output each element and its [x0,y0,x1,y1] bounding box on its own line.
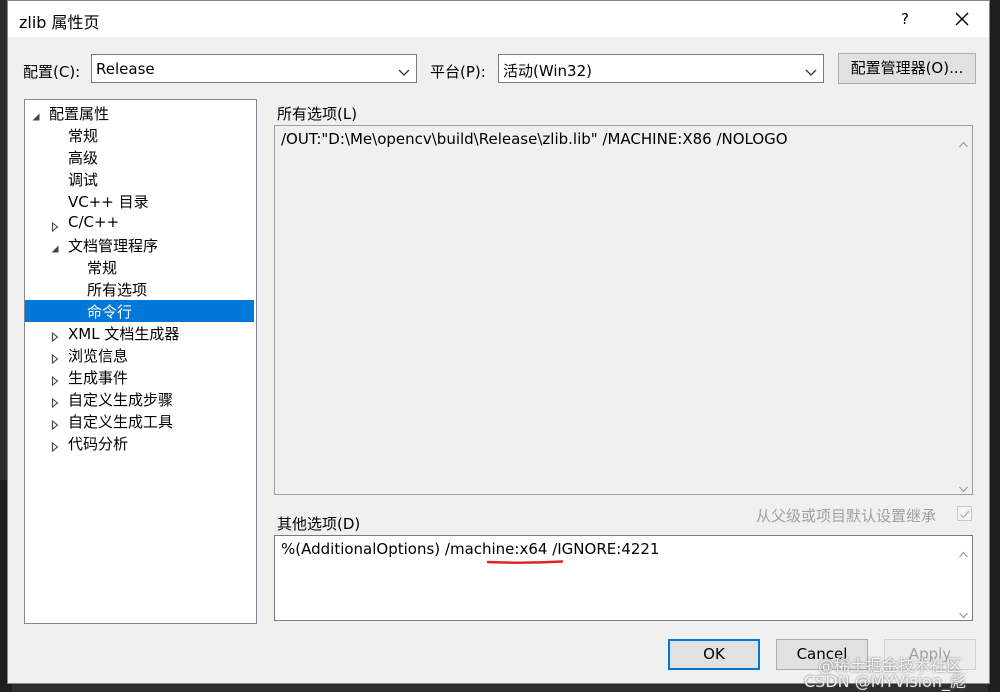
tree-item-label: 自定义生成工具 [68,413,174,431]
other-options-value: %(AdditionalOptions) /machine:x64 /IGNOR… [281,540,660,558]
other-options-scrollbar[interactable] [955,536,972,620]
tree-item[interactable]: XML 文档生成器 [25,322,254,344]
configuration-value: Release [96,60,155,78]
tree-item-label: XML 文档生成器 [68,325,180,343]
tree-item-label: 自定义生成步骤 [68,391,174,409]
tree-item[interactable]: 浏览信息 [25,344,254,366]
collapsed-triangle-icon[interactable] [50,416,60,431]
tree-item-label: 高级 [68,149,99,167]
configuration-manager-button[interactable]: 配置管理器(O)... [838,53,976,84]
tree-item[interactable]: 生成事件 [25,366,254,388]
expanded-triangle-icon[interactable] [31,108,41,121]
tree-item[interactable]: 所有选项 [25,278,254,300]
collapsed-triangle-icon[interactable] [50,328,60,343]
tree-item-label: VC++ 目录 [68,193,149,211]
collapsed-triangle-icon[interactable] [50,218,60,233]
inherit-label: 从父级或项目默认设置继承 [756,507,937,525]
window-title: zlib 属性页 [19,13,100,32]
annotation-underline [487,560,563,564]
tree-item[interactable]: 自定义生成工具 [25,410,254,432]
tree-item-label: 常规 [68,127,99,145]
tree-item-label: 文档管理程序 [68,237,159,255]
collapsed-triangle-icon[interactable] [50,372,60,387]
other-options-label: 其他选项(D) [277,515,361,533]
tree-item[interactable]: 自定义生成步骤 [25,388,254,410]
title-bar: zlib 属性页 ? [8,1,989,37]
chevron-down-icon [398,64,410,76]
tree-item[interactable]: 常规 [25,256,254,278]
ok-button[interactable]: OK [668,639,760,670]
tree-item[interactable]: 文档管理程序 [25,234,254,256]
tree-item-label: 常规 [87,259,118,277]
tree-item[interactable]: 常规 [25,124,254,146]
tree-item[interactable]: 命令行 [25,300,254,322]
scroll-up-icon[interactable] [959,134,968,148]
tree-item[interactable]: 配置属性 [25,102,254,124]
scroll-down-icon[interactable] [959,479,968,493]
tree-item[interactable]: 调试 [25,168,254,190]
tree-item-label: C/C++ [68,213,120,231]
property-pages-dialog: zlib 属性页 ? 配置(C): Release 平台(P): 活动(Win3… [7,0,990,684]
close-icon[interactable] [944,5,980,33]
scroll-down-icon[interactable] [959,605,968,619]
collapsed-triangle-icon[interactable] [50,350,60,365]
all-options-label: 所有选项(L) [277,105,358,123]
tree-item-label: 所有选项 [87,281,148,299]
tree-item[interactable]: 代码分析 [25,432,254,454]
configuration-dropdown[interactable]: Release [91,54,417,83]
watermark-csdn: CSDN @MYVision_彪 [804,672,967,691]
all-options-value: /OUT:"D:\Me\opencv\build\Release\zlib.li… [281,130,788,148]
tree-item-label: 浏览信息 [68,347,129,365]
scroll-up-icon[interactable] [959,544,968,558]
collapsed-triangle-icon[interactable] [50,394,60,409]
expanded-triangle-icon[interactable] [50,240,60,253]
platform-value: 活动(Win32) [503,62,592,80]
tree-item[interactable]: VC++ 目录 [25,190,254,212]
other-options-textbox[interactable]: %(AdditionalOptions) /machine:x64 /IGNOR… [274,535,973,621]
tree-item-label: 调试 [68,171,99,189]
tree-item-label: 生成事件 [68,369,129,387]
tree-item-label: 配置属性 [49,105,110,123]
tree-item[interactable]: 高级 [25,146,254,168]
chevron-down-icon [805,64,817,76]
help-button[interactable]: ? [888,5,922,33]
collapsed-triangle-icon[interactable] [50,438,60,453]
tree-item[interactable]: C/C++ [25,212,254,234]
property-tree: 配置属性 常规 高级 调试 VC++ 目录 C/C++ 文档管理程序 常规 所有选项 命令行 XML… [24,99,257,624]
configuration-label: 配置(C): [23,63,81,81]
tree-item-label: 命令行 [87,303,133,321]
all-options-scrollbar[interactable] [955,126,972,494]
all-options-textbox[interactable]: /OUT:"D:\Me\opencv\build\Release\zlib.li… [274,125,973,495]
tree-item-label: 代码分析 [68,435,129,453]
inherit-checkbox[interactable] [957,506,972,521]
platform-label: 平台(P): [430,63,486,81]
platform-dropdown[interactable]: 活动(Win32) [498,54,824,83]
